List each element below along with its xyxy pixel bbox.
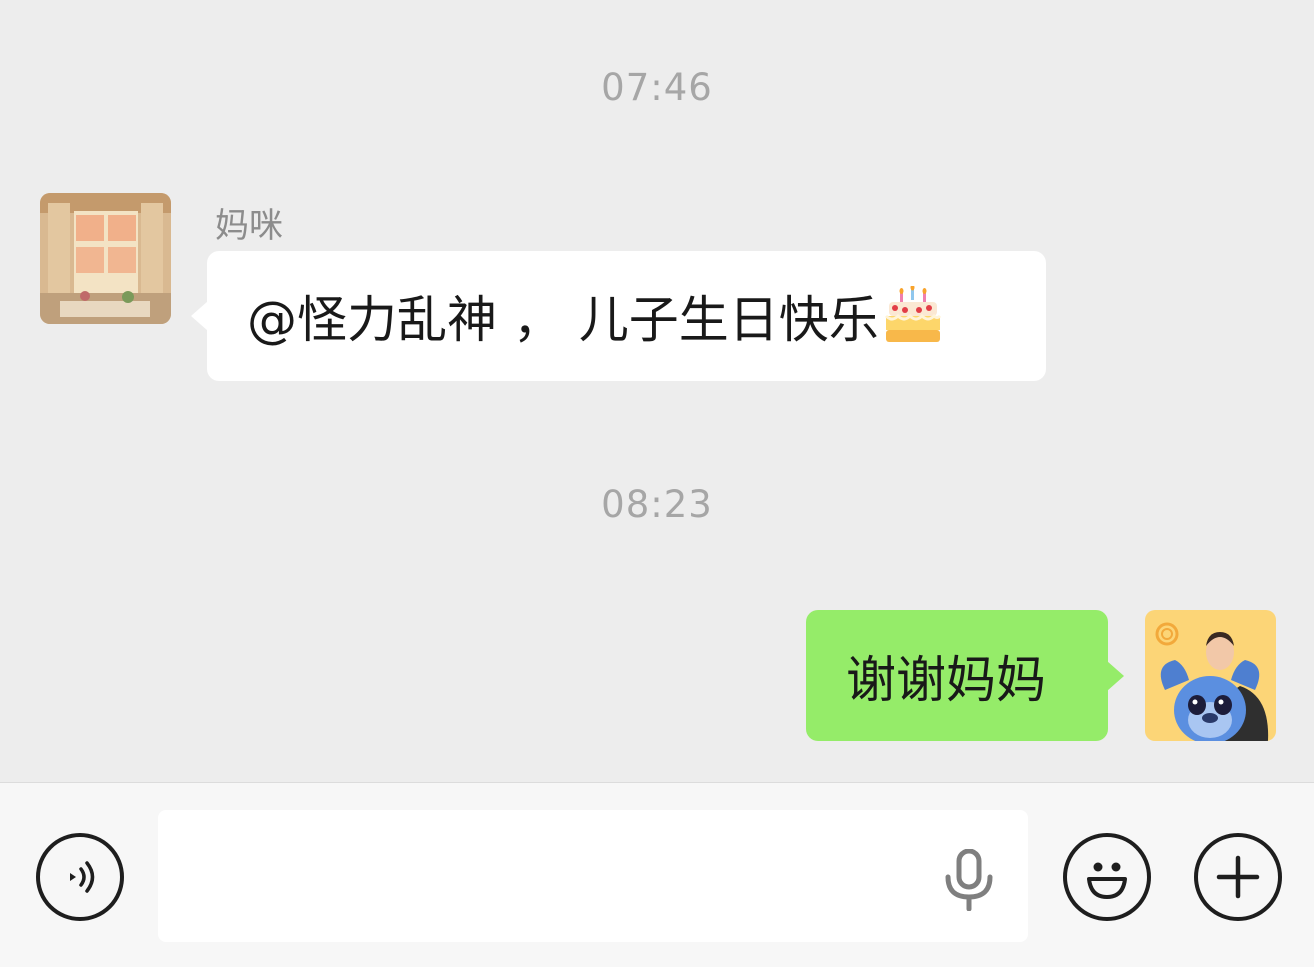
microphone-icon[interactable] [943, 849, 995, 911]
message-input[interactable] [158, 810, 1028, 942]
message-timestamp: 07:46 [601, 66, 713, 109]
birthday-cake-icon [883, 284, 943, 346]
message-text: @怪力乱神 ， 儿子生日快乐 [247, 291, 879, 349]
more-button[interactable] [1194, 833, 1282, 921]
incoming-message-bubble[interactable]: @怪力乱神 ， 儿子生日快乐 [191, 251, 1046, 381]
emoji-icon [1087, 862, 1127, 899]
sender-name: 妈咪 [215, 206, 283, 246]
message-text: 谢谢妈妈 [846, 650, 1046, 709]
message-list[interactable]: 07:46 妈咪 @怪力乱神 ， 儿子生日快乐 08:23 谢谢妈妈 [0, 0, 1314, 782]
message-timestamp: 08:23 [601, 483, 713, 526]
voice-icon [70, 861, 95, 893]
voice-button[interactable] [36, 833, 124, 921]
my-avatar[interactable] [1145, 610, 1276, 741]
plus-icon [1216, 855, 1260, 899]
sender-avatar[interactable] [40, 193, 171, 324]
emoji-button[interactable] [1063, 833, 1151, 921]
input-bar [0, 782, 1314, 967]
chat-screen: 07:46 妈咪 @怪力乱神 ， 儿子生日快乐 08:23 谢谢妈妈 [0, 0, 1314, 967]
avatar-image [40, 193, 171, 324]
avatar-image [1145, 610, 1276, 741]
outgoing-message-bubble[interactable]: 谢谢妈妈 [806, 610, 1124, 741]
